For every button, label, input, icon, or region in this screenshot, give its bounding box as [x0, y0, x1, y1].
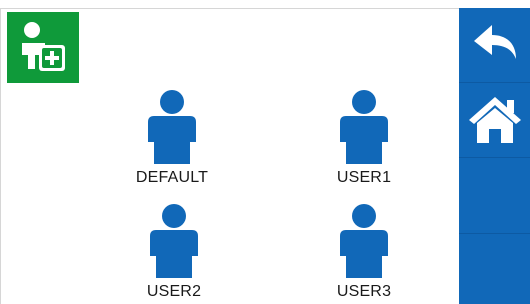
user-profile-default[interactable]: DEFAULT	[122, 90, 222, 187]
user-profile-user2[interactable]: USER2	[124, 204, 224, 301]
user-label: DEFAULT	[135, 169, 209, 186]
home-icon	[468, 97, 521, 143]
user-icon	[150, 204, 198, 278]
user-icon	[148, 90, 196, 164]
sidebar-slot	[459, 158, 530, 234]
right-sidebar	[459, 8, 530, 304]
user-label: USER2	[146, 283, 202, 300]
user-label: USER3	[336, 283, 392, 300]
user-profile-user1[interactable]: USER1	[314, 90, 414, 187]
home-button[interactable]	[459, 83, 530, 158]
user-profile-user3[interactable]: USER3	[314, 204, 414, 301]
add-user-button[interactable]	[7, 12, 79, 83]
user-label: USER1	[336, 169, 392, 186]
add-user-icon	[22, 21, 65, 71]
back-arrow-icon	[473, 25, 516, 59]
user-icon	[340, 90, 388, 164]
user-icon	[340, 204, 388, 278]
back-button[interactable]	[459, 8, 530, 83]
